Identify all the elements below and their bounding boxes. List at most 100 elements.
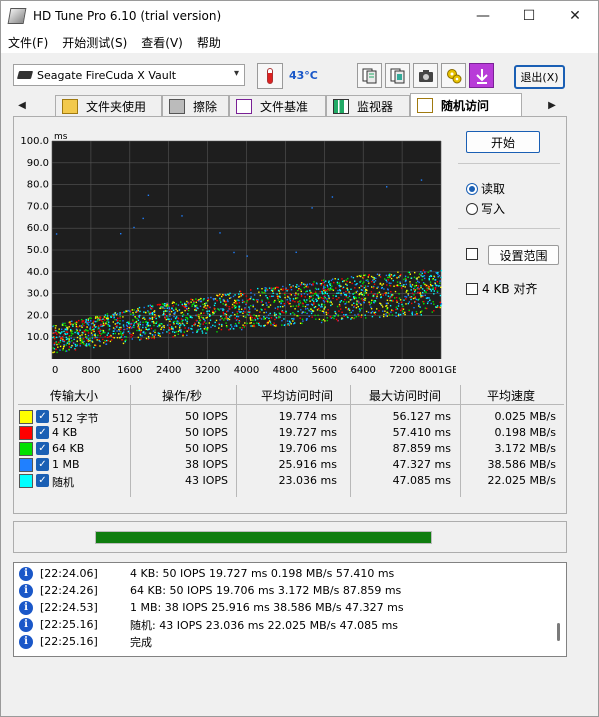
- data-point: [313, 306, 316, 309]
- data-point: [268, 301, 270, 304]
- log-scrollbar[interactable]: [557, 623, 560, 641]
- data-point: [194, 322, 196, 324]
- data-point: [252, 304, 254, 306]
- data-point: [222, 303, 224, 305]
- copy-text-button[interactable]: [357, 63, 382, 88]
- align-4kb-checkbox[interactable]: [466, 282, 478, 295]
- data-point: [282, 300, 284, 302]
- data-point: [376, 273, 379, 275]
- data-point: [68, 338, 70, 340]
- menu-start-test[interactable]: 开始测试(S): [55, 34, 134, 51]
- minimize-button[interactable]: —: [460, 1, 506, 31]
- data-point: [356, 303, 358, 306]
- tab-random-access[interactable]: 随机访问: [410, 93, 522, 117]
- data-point: [361, 285, 363, 287]
- data-point: [417, 280, 419, 283]
- data-point: [68, 336, 71, 338]
- data-point: [258, 291, 260, 293]
- tab-scroll-right-icon[interactable]: ▶: [543, 94, 561, 116]
- options-button[interactable]: [441, 63, 466, 88]
- tab-erase[interactable]: 擦除: [162, 95, 229, 116]
- data-point: [234, 306, 237, 309]
- series-checkbox[interactable]: ✓: [36, 410, 49, 423]
- data-point: [92, 322, 94, 324]
- drive-select[interactable]: Seagate FireCuda X Vault ▾: [13, 64, 245, 86]
- menu-file[interactable]: 文件(F): [1, 34, 55, 51]
- series-checkbox[interactable]: ✓: [36, 442, 49, 455]
- row-max: 47.327 ms: [392, 458, 451, 471]
- data-point: [421, 272, 423, 275]
- data-point: [53, 332, 55, 334]
- range-toggle[interactable]: [466, 248, 482, 260]
- data-point: [364, 290, 366, 292]
- data-point: [142, 326, 144, 329]
- close-button[interactable]: ✕: [552, 1, 598, 31]
- data-point: [171, 328, 173, 330]
- data-point: [344, 298, 346, 301]
- tab-file-benchmark[interactable]: 文件基准: [229, 95, 326, 116]
- menu-view[interactable]: 查看(V): [134, 34, 190, 51]
- tab-folder-usage[interactable]: 文件夹使用: [55, 95, 162, 116]
- data-point: [358, 287, 361, 289]
- data-point: [122, 320, 124, 322]
- data-point: [114, 313, 116, 315]
- data-point: [407, 293, 409, 295]
- copy-info-button[interactable]: [385, 63, 410, 88]
- align-4kb-option[interactable]: 4 KB 对齐: [466, 280, 537, 297]
- screenshot-button[interactable]: [413, 63, 438, 88]
- data-point: [269, 304, 272, 306]
- data-point: [207, 298, 210, 300]
- data-point: [225, 303, 227, 306]
- data-point: [295, 305, 298, 307]
- data-point: [195, 309, 197, 311]
- log-panel[interactable]: i [22:24.06] 4 KB: 50 IOPS 19.727 ms 0.1…: [13, 562, 567, 657]
- write-radio[interactable]: [466, 202, 478, 215]
- maximize-button[interactable]: ☐: [506, 1, 552, 31]
- data-point: [82, 332, 84, 334]
- data-point: [87, 332, 90, 334]
- data-point: [147, 329, 149, 331]
- data-point: [311, 304, 314, 306]
- data-point: [145, 311, 147, 314]
- read-option[interactable]: 读取: [466, 180, 505, 197]
- series-checkbox[interactable]: ✓: [36, 474, 49, 487]
- write-option[interactable]: 写入: [466, 200, 505, 217]
- data-point: [288, 303, 290, 305]
- read-radio[interactable]: [466, 182, 478, 195]
- data-point: [112, 336, 114, 338]
- data-point: [405, 303, 407, 305]
- data-point: [438, 275, 441, 277]
- menu-help[interactable]: 帮助: [190, 34, 228, 51]
- data-point: [318, 308, 320, 310]
- data-point: [264, 324, 266, 327]
- range-checkbox[interactable]: [466, 248, 478, 260]
- data-point: [292, 305, 294, 307]
- series-checkbox[interactable]: ✓: [36, 426, 49, 439]
- data-point: [148, 328, 150, 330]
- data-point: [236, 299, 238, 301]
- data-point: [378, 310, 380, 312]
- exit-button[interactable]: 退出(X): [514, 65, 565, 89]
- tab-monitor[interactable]: 监视器: [326, 95, 410, 116]
- series-checkbox[interactable]: ✓: [36, 458, 49, 471]
- data-point: [395, 312, 397, 314]
- set-range-button[interactable]: 设置范围: [488, 245, 559, 265]
- data-point: [212, 324, 214, 327]
- data-point: [242, 310, 245, 312]
- data-point: [420, 286, 422, 289]
- tab-scroll-left-icon[interactable]: ◀: [13, 94, 31, 116]
- data-point: [83, 320, 85, 322]
- temperature-button[interactable]: [257, 63, 283, 89]
- data-point: [367, 294, 369, 296]
- data-point: [196, 329, 199, 331]
- save-button[interactable]: [469, 63, 494, 88]
- data-point: [177, 323, 179, 325]
- data-point: [55, 348, 57, 350]
- outlier-point: [311, 207, 313, 209]
- data-point: [170, 310, 173, 313]
- data-point: [424, 294, 426, 296]
- data-point: [266, 297, 268, 299]
- data-point: [203, 298, 205, 300]
- start-button[interactable]: 开始: [466, 131, 540, 153]
- data-point: [107, 323, 110, 325]
